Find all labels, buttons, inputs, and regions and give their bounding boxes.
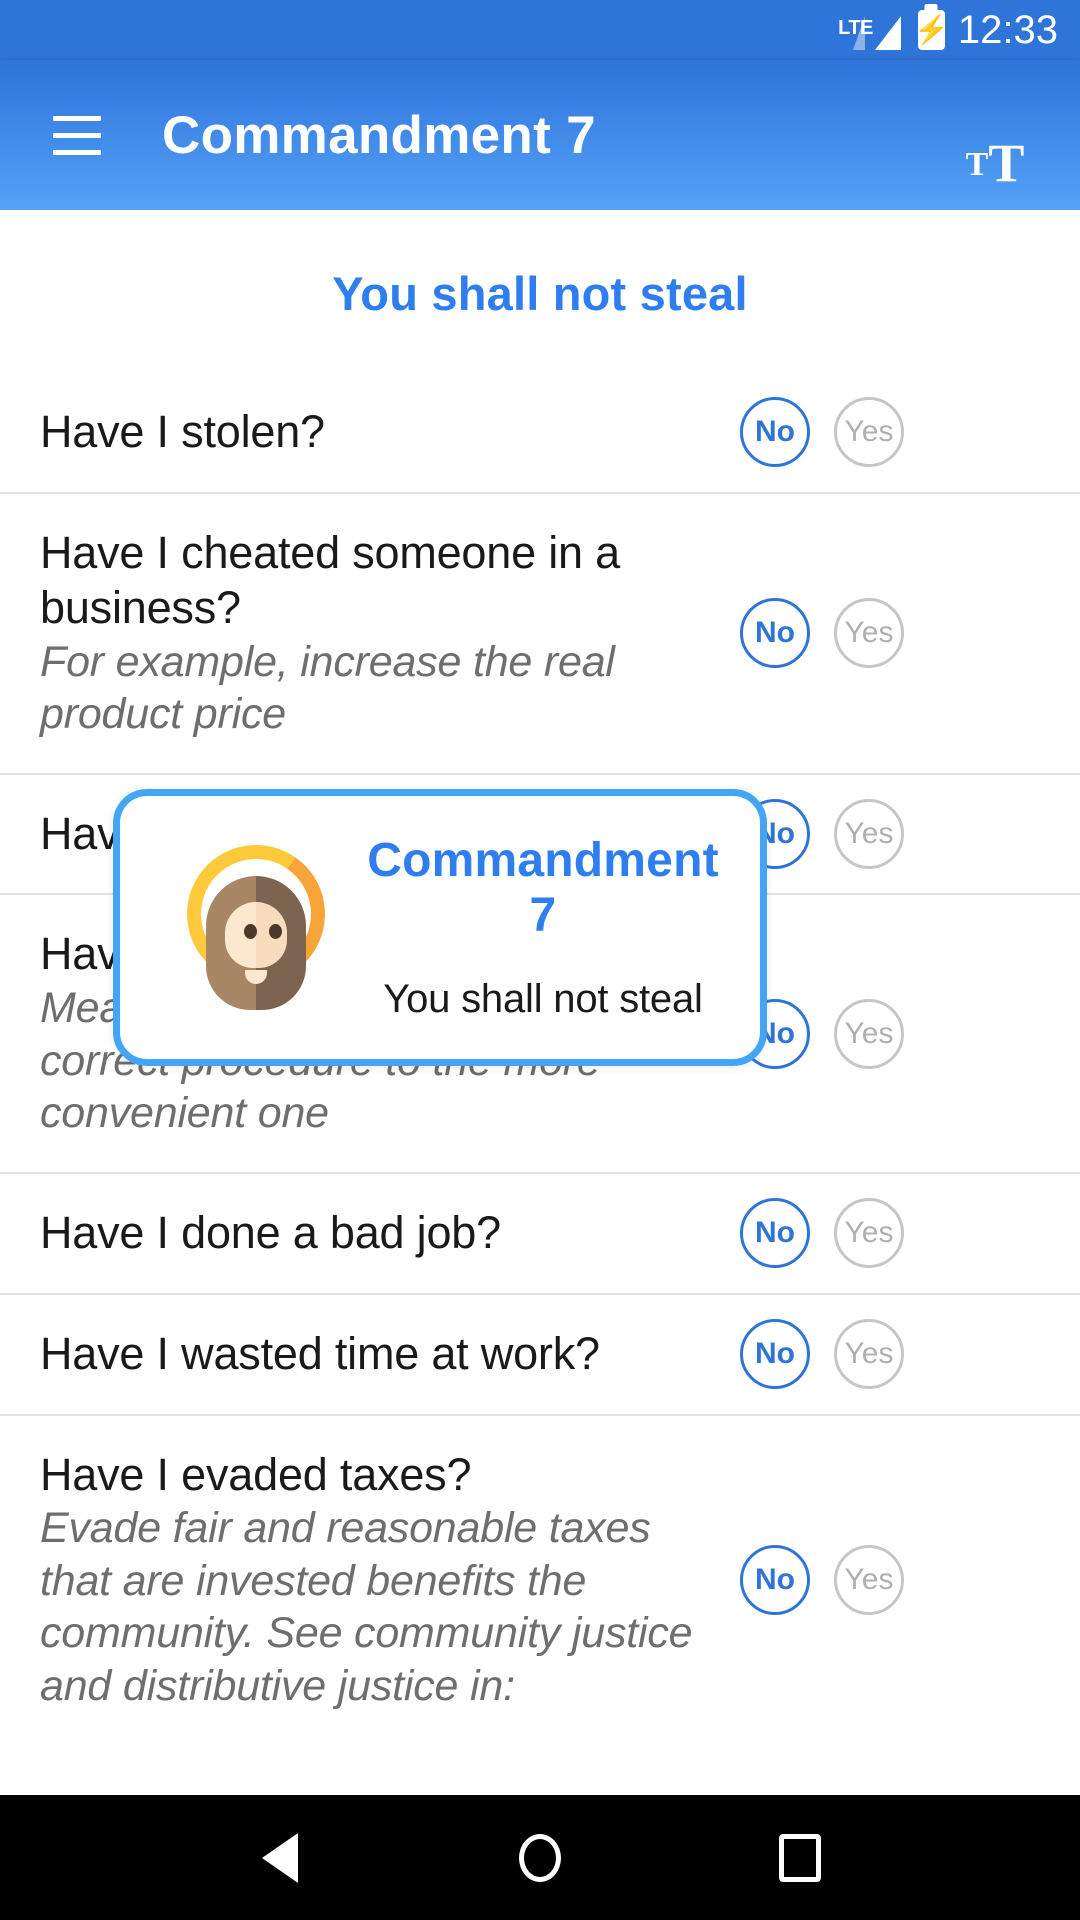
back-glyph	[262, 1832, 298, 1883]
page-title: Commandment 7	[162, 105, 596, 165]
status-bar-clock: 12:33	[957, 8, 1058, 52]
battery-charging-icon: ⚡	[914, 10, 949, 50]
question-row[interactable]: Have I wasted time at work? No Yes	[0, 1295, 1080, 1416]
answer-yes-button[interactable]: Yes	[834, 1544, 904, 1615]
answer-yes-button[interactable]: Yes	[834, 799, 904, 870]
answer-yes-button[interactable]: Yes	[834, 1198, 904, 1269]
menu-line-2	[53, 132, 101, 138]
answer-yes-button[interactable]: Yes	[834, 998, 904, 1069]
answer-group: No Yes	[740, 1319, 904, 1390]
answer-yes-button[interactable]: Yes	[834, 1319, 904, 1390]
answer-yes-button[interactable]: Yes	[834, 397, 904, 468]
hamburger-menu-icon[interactable]	[22, 80, 132, 190]
app-bar: Commandment 7 T T	[0, 60, 1080, 210]
answer-group: No Yes	[740, 1544, 904, 1615]
signal-bar-dim	[852, 16, 865, 50]
section-title: You shall not steal	[332, 267, 748, 320]
question-title: Have I evaded taxes?	[40, 1448, 472, 1500]
phone-screen: LTE ⚡ 12:33 Commandment 7 T T You shall …	[0, 0, 1080, 1920]
answer-no-button[interactable]: No	[740, 397, 810, 468]
text-size-small-glyph: T	[965, 146, 989, 184]
answer-no-button[interactable]: No	[740, 1544, 810, 1615]
text-size-large-glyph: T	[988, 132, 1025, 193]
jesus-avatar-icon	[170, 833, 340, 1013]
signal-bar-full	[874, 16, 901, 50]
question-subtitle: For example, increase the real product p…	[40, 637, 615, 739]
eye-right	[269, 923, 282, 939]
answer-no-button[interactable]: No	[740, 1319, 810, 1390]
commandment-info-dialog[interactable]: Commandment 7 You shall not steal	[113, 789, 767, 1066]
question-row[interactable]: Have I evaded taxes? Evade fair and reas…	[0, 1416, 1080, 1745]
question-title: Have I stolen?	[40, 406, 325, 457]
question-text-block: Have I wasted time at work?	[40, 1295, 740, 1414]
answer-yes-button[interactable]: Yes	[834, 598, 904, 669]
menu-line-1	[53, 115, 101, 121]
signal-bars-icon: LTE	[832, 10, 905, 50]
home-glyph	[519, 1833, 561, 1882]
dialog-title: Commandment 7	[367, 834, 719, 942]
status-bar: LTE ⚡ 12:33	[0, 0, 1080, 60]
answer-no-button[interactable]: No	[740, 1198, 810, 1269]
back-triangle-icon[interactable]	[235, 1813, 325, 1903]
answer-group: No Yes	[740, 1198, 904, 1269]
answer-group: No Yes	[740, 397, 904, 468]
dialog-subtitle: You shall not steal	[383, 977, 703, 1021]
question-text-block: Have I cheated someone in a business? Fo…	[40, 494, 740, 773]
question-row[interactable]: Have I stolen? No Yes	[0, 373, 1080, 494]
question-title: Have I wasted time at work?	[40, 1327, 600, 1379]
question-text-block: Have I stolen?	[40, 373, 740, 492]
dialog-text-block: Commandment 7 You shall not steal	[340, 833, 760, 1022]
recents-square-icon[interactable]	[755, 1813, 845, 1903]
charging-bolt-icon: ⚡	[913, 14, 949, 45]
question-row[interactable]: Have I cheated someone in a business? Fo…	[0, 494, 1080, 775]
menu-line-3	[53, 149, 101, 155]
question-subtitle: Evade fair and reasonable taxes that are…	[40, 1504, 693, 1710]
home-circle-icon[interactable]	[495, 1813, 585, 1903]
question-title: Have I done a bad job?	[40, 1206, 501, 1258]
question-title: Have I cheated someone in a business?	[40, 526, 620, 633]
recents-glyph	[779, 1833, 821, 1882]
text-size-icon[interactable]: T T	[950, 90, 1040, 193]
answer-group: No Yes	[740, 598, 904, 669]
answer-no-button[interactable]: No	[740, 598, 810, 669]
head-hair	[206, 875, 306, 1010]
eye-left	[244, 923, 257, 939]
question-text-block: Have I done a bad job?	[40, 1174, 740, 1293]
mouth	[245, 969, 267, 984]
android-navigation-bar	[0, 1795, 1080, 1920]
question-row[interactable]: Have I done a bad job? No Yes	[0, 1174, 1080, 1295]
question-text-block: Have I evaded taxes? Evade fair and reas…	[40, 1416, 740, 1745]
